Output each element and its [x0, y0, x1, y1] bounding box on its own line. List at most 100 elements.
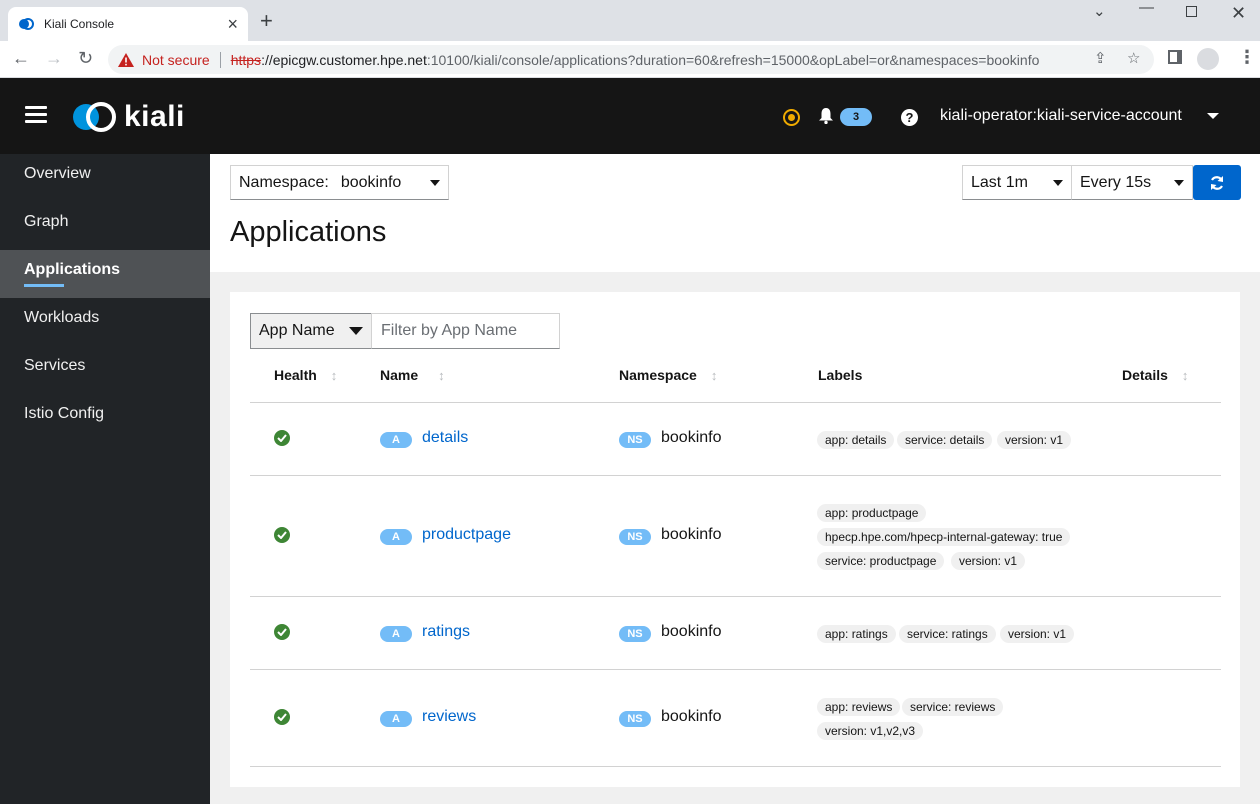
column-header-label: Namespace — [619, 367, 697, 383]
namespace-badge: NS — [619, 626, 651, 642]
app-badge: A — [380, 626, 412, 642]
namespace-cell: bookinfo — [661, 623, 722, 640]
istio-status-icon[interactable] — [783, 109, 800, 126]
user-menu-caret-icon[interactable] — [1207, 113, 1219, 119]
column-header-namespace[interactable]: Namespace ↕ — [619, 367, 717, 383]
sidebar-item-applications[interactable]: Applications — [0, 250, 210, 298]
column-header-label: Name — [380, 367, 419, 383]
refresh-button[interactable] — [1193, 165, 1241, 200]
refresh-interval-value: Every 15s — [1080, 173, 1152, 191]
namespace-badge: NS — [619, 529, 651, 545]
chevron-down-icon — [1053, 179, 1063, 186]
label-chip: service: productpage — [817, 552, 945, 570]
label-chip: version: v1 — [1000, 625, 1075, 643]
sort-icon[interactable]: ↕ — [438, 368, 445, 383]
new-tab-icon[interactable]: + — [260, 10, 273, 32]
chevron-down-icon — [1174, 179, 1184, 186]
app-link[interactable]: ratings — [422, 623, 470, 641]
url-separator — [219, 51, 221, 68]
browser-menu-icon[interactable]: ⋮ — [1238, 48, 1256, 66]
window-close-icon[interactable]: ✕ — [1231, 4, 1246, 22]
main-content: Namespace: bookinfo Last 1m Every 15s Ap… — [210, 154, 1260, 804]
kiali-favicon-icon — [19, 18, 34, 30]
refresh-interval-dropdown[interactable]: Every 15s — [1071, 165, 1193, 200]
duration-dropdown[interactable]: Last 1m — [962, 165, 1072, 200]
label-chip: service: details — [897, 431, 993, 449]
logo-text: kiali — [124, 100, 185, 133]
column-header-details[interactable]: Details ↕ — [1122, 367, 1188, 383]
label-chip: service: ratings — [899, 625, 996, 643]
warning-icon — [118, 52, 134, 67]
tab-title: Kiali Console — [44, 17, 115, 31]
user-menu-label[interactable]: kiali-operator:kiali-service-account — [940, 107, 1182, 125]
browser-tabstrip: Kiali Console × + ⌄ — ✕ — [0, 0, 1260, 41]
label-chip: version: v1 — [951, 552, 1026, 570]
address-bar[interactable]: Not secure https://epicgw.customer.hpe.n… — [108, 45, 1154, 74]
sort-icon[interactable]: ↕ — [1182, 368, 1189, 383]
reload-icon[interactable]: ↻ — [78, 49, 93, 67]
page-header: Namespace: bookinfo Last 1m Every 15s Ap… — [210, 154, 1260, 272]
applications-table-card: App Name Health ↕ Name ↕ Namespace ↕ Lab… — [230, 292, 1240, 787]
maximize-icon[interactable] — [1186, 6, 1197, 17]
url-path: :10100/kiali/console/applications?durati… — [426, 51, 1040, 68]
browser-tab[interactable]: Kiali Console × — [8, 7, 248, 41]
sidebar-item-overview[interactable]: Overview — [0, 154, 210, 202]
label-chip: app: ratings — [817, 625, 896, 643]
refresh-icon — [1210, 175, 1224, 190]
namespace-badge: NS — [619, 711, 651, 727]
row-divider — [250, 766, 1221, 767]
sidebar-item-istio-config[interactable]: Istio Config — [0, 394, 210, 442]
sidebar-item-graph[interactable]: Graph — [0, 202, 210, 250]
forward-icon[interactable]: → — [45, 49, 63, 67]
caret-down-icon — [349, 327, 363, 335]
namespace-selector[interactable]: Namespace: bookinfo — [230, 165, 449, 200]
bookmark-star-icon[interactable]: ☆ — [1127, 51, 1140, 66]
hamburger-menu-icon[interactable] — [25, 106, 47, 124]
healthy-check-icon[interactable] — [274, 430, 290, 446]
column-header-label: Health — [274, 367, 317, 383]
healthy-check-icon[interactable] — [274, 527, 290, 543]
column-header-name[interactable]: Name ↕ — [380, 367, 445, 383]
app-link[interactable]: reviews — [422, 708, 476, 726]
table-header-divider — [250, 402, 1221, 403]
healthy-check-icon[interactable] — [274, 624, 290, 640]
sidebar-item-services[interactable]: Services — [0, 346, 210, 394]
bell-icon[interactable] — [819, 108, 833, 124]
url-host: ://epicgw.customer.hpe.net — [261, 51, 427, 68]
namespace-value: bookinfo — [340, 173, 402, 191]
filter-input[interactable] — [371, 313, 560, 349]
help-icon[interactable]: ? — [901, 109, 918, 126]
sort-icon[interactable]: ↕ — [711, 368, 718, 383]
column-header-label: Details — [1122, 367, 1168, 383]
profile-avatar-icon[interactable] — [1197, 48, 1219, 70]
label-chip: version: v1,v2,v3 — [817, 722, 924, 740]
app-badge: A — [380, 432, 412, 448]
healthy-check-icon[interactable] — [274, 709, 290, 725]
notification-count-badge[interactable]: 3 — [840, 108, 872, 126]
filter-type-dropdown[interactable]: App Name — [250, 313, 372, 349]
app-link[interactable]: productpage — [422, 526, 511, 544]
side-panel-icon[interactable] — [1168, 50, 1182, 64]
page-title: Applications — [230, 216, 387, 248]
minimize-icon[interactable]: — — [1139, 0, 1154, 15]
label-chip: app: productpage — [817, 504, 927, 522]
close-tab-icon[interactable]: × — [227, 15, 238, 33]
sidebar-item-workloads[interactable]: Workloads — [0, 298, 210, 346]
tab-search-icon[interactable]: ⌄ — [1093, 4, 1106, 19]
kiali-logo[interactable]: kiali — [72, 100, 185, 134]
app-link[interactable]: details — [422, 429, 468, 447]
label-chip: service: reviews — [902, 698, 1004, 716]
share-icon[interactable]: ⇪ — [1094, 51, 1107, 66]
column-header-labels: Labels — [818, 367, 862, 383]
sidebar-item-label: Applications — [24, 261, 121, 278]
label-chip: app: reviews — [817, 698, 901, 716]
sort-icon[interactable]: ↕ — [331, 368, 338, 383]
filter-type-value: App Name — [259, 322, 335, 339]
duration-value: Last 1m — [971, 173, 1028, 191]
chevron-down-icon — [430, 179, 440, 186]
not-secure-label: Not secure — [142, 51, 210, 68]
url-scheme: https — [230, 51, 262, 68]
namespace-label: Namespace: — [239, 173, 329, 191]
back-icon[interactable]: ← — [12, 49, 30, 67]
column-header-health[interactable]: Health ↕ — [274, 367, 337, 383]
